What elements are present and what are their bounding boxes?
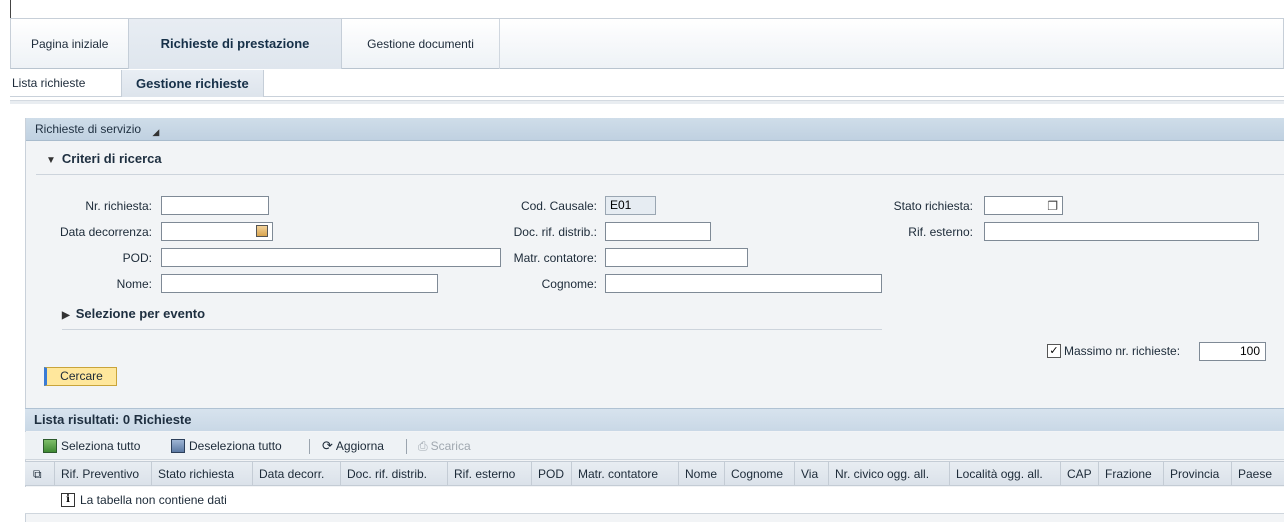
- column-localita[interactable]: Località ogg. all.: [950, 462, 1061, 486]
- results-table-header: ⧉ Rif. Preventivo Stato richiesta Data d…: [25, 461, 1284, 486]
- column-data-decorr[interactable]: Data decorr.: [253, 462, 341, 486]
- download-button[interactable]: ⎙ Scarica: [418, 432, 471, 460]
- data-decorrenza-input[interactable]: [161, 222, 273, 241]
- column-stato-richiesta[interactable]: Stato richiesta: [152, 462, 253, 486]
- deselect-all-label: Deseleziona tutto: [189, 439, 282, 453]
- results-header: Lista risultati: 0 Richieste: [25, 408, 1284, 431]
- subtab-lista-richieste[interactable]: Lista richieste: [12, 70, 85, 97]
- calendar-icon[interactable]: [256, 225, 268, 237]
- cod-causale-label: Cod. Causale:: [520, 199, 597, 213]
- stato-richiesta-label: Stato richiesta:: [893, 199, 973, 213]
- download-label: Scarica: [430, 439, 471, 453]
- refresh-icon: ⟳: [322, 438, 333, 453]
- stato-richiesta-input[interactable]: ❐: [984, 196, 1063, 215]
- top-tab-bar: Pagina iniziale Richieste di prestazione…: [10, 18, 1284, 69]
- tab-pagina-iniziale[interactable]: Pagina iniziale: [17, 19, 122, 69]
- download-icon: ⎙: [418, 439, 428, 453]
- criteria-section-toggle[interactable]: ▼ Criteri di ricerca: [46, 151, 162, 166]
- rif-esterno-label: Rif. esterno:: [908, 225, 973, 239]
- column-frazione[interactable]: Frazione: [1099, 462, 1164, 486]
- toolbar-separator: [406, 439, 407, 454]
- empty-table-message: La tabella non contiene dati: [80, 493, 227, 507]
- column-cognome[interactable]: Cognome: [725, 462, 795, 486]
- deselect-all-button[interactable]: Deseleziona tutto: [171, 432, 282, 460]
- rif-esterno-input[interactable]: [984, 222, 1259, 241]
- event-selection-toggle[interactable]: ▶ Selezione per evento: [62, 306, 205, 321]
- massimo-label: Massimo nr. richieste:: [1064, 344, 1181, 358]
- info-icon: i: [61, 493, 75, 507]
- data-decorrenza-label: Data decorrenza:: [59, 225, 152, 239]
- cognome-input[interactable]: [605, 274, 882, 293]
- matr-contatore-input[interactable]: [605, 248, 748, 267]
- column-doc-rif-distrib[interactable]: Doc. rif. distrib.: [341, 462, 448, 486]
- refresh-button[interactable]: ⟳ Aggiorna: [322, 432, 384, 460]
- column-rif-preventivo[interactable]: Rif. Preventivo: [55, 462, 152, 486]
- column-nome[interactable]: Nome: [679, 462, 725, 486]
- pod-label: POD:: [122, 251, 152, 265]
- nome-input[interactable]: [161, 274, 438, 293]
- cognome-label: Cognome:: [541, 277, 597, 291]
- tab-richieste-di-prestazione[interactable]: Richieste di prestazione: [128, 19, 342, 69]
- event-divider: [62, 329, 882, 330]
- results-toolbar: Seleziona tutto Deseleziona tutto ⟳ Aggio…: [25, 432, 1284, 460]
- cercare-button[interactable]: Cercare: [44, 367, 117, 386]
- event-selection-title: Selezione per evento: [75, 306, 206, 321]
- column-rif-esterno[interactable]: Rif. esterno: [448, 462, 532, 486]
- value-help-icon[interactable]: ❐: [1047, 198, 1058, 215]
- select-all-icon: [43, 439, 57, 453]
- column-provincia[interactable]: Provincia: [1164, 462, 1232, 486]
- section-divider: [36, 174, 1284, 175]
- toolbar-separator: [309, 439, 310, 454]
- pod-input[interactable]: [161, 248, 501, 267]
- column-cap[interactable]: CAP: [1061, 462, 1099, 486]
- criteria-title: Criteri di ricerca: [61, 151, 162, 166]
- doc-rif-distrib-label: Doc. rif. distrib.:: [513, 225, 597, 239]
- column-nr-civico[interactable]: Nr. civico ogg. all.: [829, 462, 950, 486]
- panel-header[interactable]: Richieste di servizio ◢: [26, 118, 1284, 141]
- nr-richiesta-label: Nr. richiesta:: [85, 199, 152, 213]
- tab-gestione-documenti[interactable]: Gestione documenti: [342, 19, 500, 69]
- column-settings-icon[interactable]: ⧉: [25, 462, 55, 486]
- select-all-label: Seleziona tutto: [61, 439, 141, 453]
- massimo-input[interactable]: 100: [1199, 342, 1266, 361]
- doc-rif-distrib-input[interactable]: [605, 222, 711, 241]
- divider: [10, 100, 1284, 104]
- nome-label: Nome:: [116, 277, 152, 291]
- column-paese[interactable]: Paese: [1232, 462, 1284, 486]
- select-all-button[interactable]: Seleziona tutto: [43, 432, 140, 460]
- column-matr-contatore[interactable]: Matr. contatore: [572, 462, 679, 486]
- collapsed-triangle-icon: ▶: [62, 310, 70, 321]
- massimo-checkbox[interactable]: ✓: [1047, 344, 1061, 358]
- sub-tab-bar: Lista richieste Gestione richieste: [10, 70, 1284, 97]
- panel-menu-caret-icon[interactable]: ◢: [152, 121, 159, 144]
- matr-contatore-label: Matr. contatore:: [513, 251, 597, 265]
- nr-richiesta-input[interactable]: [161, 196, 269, 215]
- subtab-gestione-richieste[interactable]: Gestione richieste: [121, 70, 264, 97]
- deselect-all-icon: [171, 439, 185, 453]
- column-pod[interactable]: POD: [532, 462, 572, 486]
- refresh-label: Aggiorna: [335, 439, 384, 453]
- panel-title: Richieste di servizio: [35, 122, 142, 136]
- column-via[interactable]: Via: [795, 462, 829, 486]
- cod-causale-field: E01: [605, 196, 656, 215]
- expanded-triangle-icon: ▼: [46, 155, 56, 166]
- results-table-body: i La tabella non contiene dati: [25, 487, 1284, 514]
- window-edge: [10, 0, 11, 18]
